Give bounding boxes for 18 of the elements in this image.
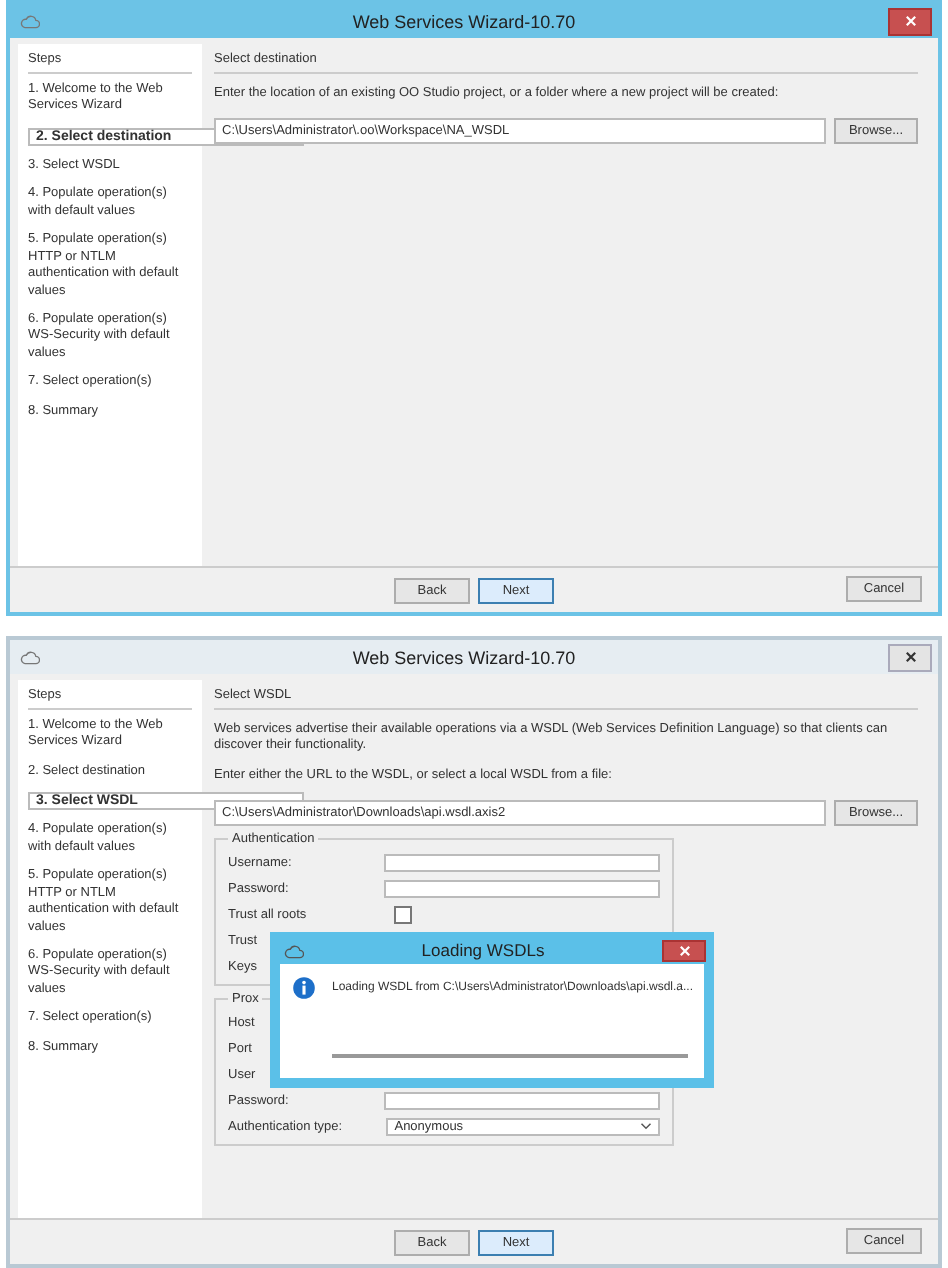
checkbox[interactable]: [394, 905, 412, 924]
cloud-icon: [284, 941, 304, 959]
info-icon: [292, 976, 316, 1000]
cloud-icon: [20, 12, 40, 30]
dialog-title: Loading WSDLs: [419, 940, 547, 960]
window-title: Web Services Wizard-10.70: [350, 647, 578, 667]
cloud-icon: [20, 648, 40, 666]
close-button[interactable]: [888, 7, 932, 35]
close-button[interactable]: [888, 643, 932, 671]
chevron-icon: [640, 1122, 652, 1131]
input-field[interactable]: [384, 1091, 660, 1110]
close-icon: [903, 650, 917, 664]
close-button[interactable]: [662, 939, 706, 961]
input-field[interactable]: [384, 879, 660, 898]
input-field[interactable]: [384, 853, 660, 872]
close-icon: [677, 943, 691, 957]
close-icon: [903, 14, 917, 28]
window-title: Web Services Wizard-10.70: [350, 11, 578, 31]
